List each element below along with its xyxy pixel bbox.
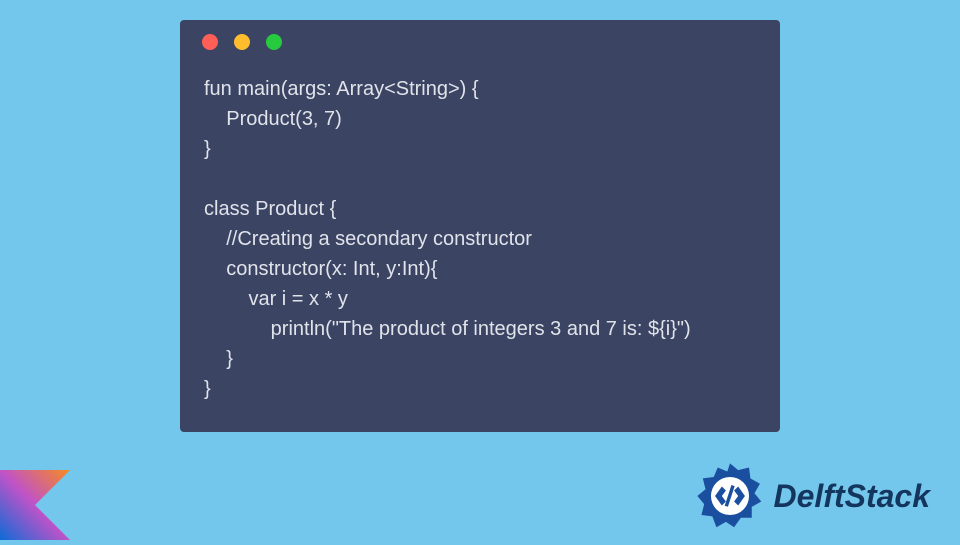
code-window: fun main(args: Array<String>) { Product(… bbox=[180, 20, 780, 432]
window-titlebar bbox=[180, 20, 780, 64]
kotlin-logo-icon bbox=[0, 470, 70, 540]
close-icon bbox=[202, 34, 218, 50]
minimize-icon bbox=[234, 34, 250, 50]
maximize-icon bbox=[266, 34, 282, 50]
delftstack-logo-icon bbox=[696, 462, 764, 530]
code-content: fun main(args: Array<String>) { Product(… bbox=[180, 64, 780, 416]
brand-area: DelftStack bbox=[696, 462, 931, 530]
brand-name: DelftStack bbox=[774, 478, 931, 515]
